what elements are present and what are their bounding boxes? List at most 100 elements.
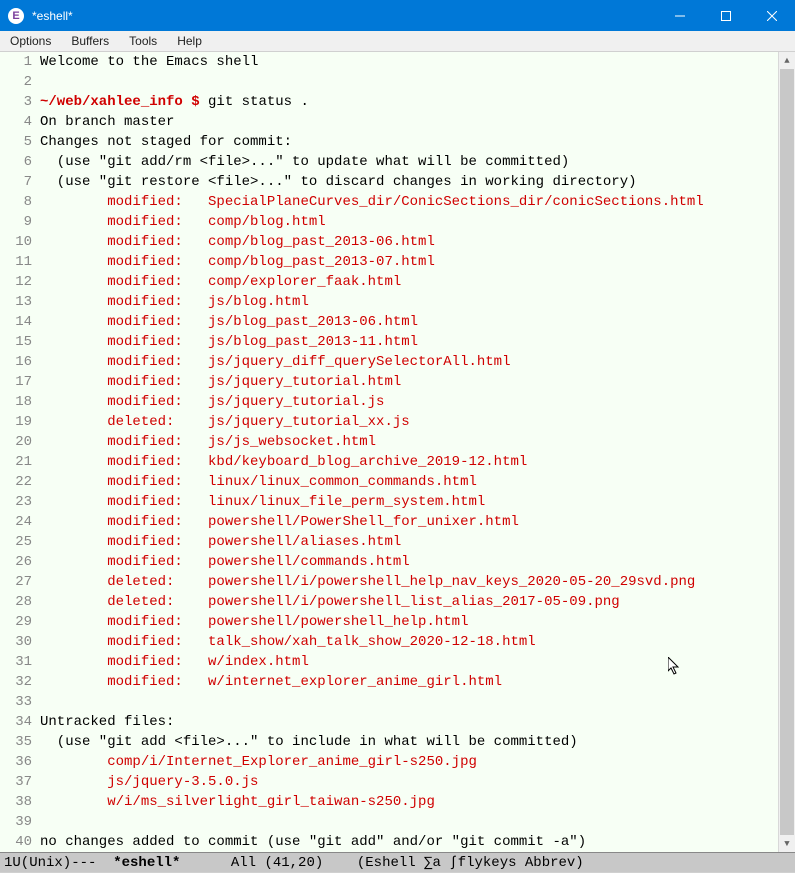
close-button[interactable] <box>749 0 795 31</box>
code-line[interactable]: modified: js/jquery_diff_querySelectorAl… <box>40 352 778 372</box>
line-number: 27 <box>0 572 32 592</box>
scroll-track[interactable] <box>779 69 795 835</box>
line-number: 3 <box>0 92 32 112</box>
text-span: Changes not staged for commit: <box>40 134 292 150</box>
code-line[interactable]: modified: comp/blog_past_2013-06.html <box>40 232 778 252</box>
menu-buffers[interactable]: Buffers <box>61 32 119 50</box>
code-line[interactable]: (use "git restore <file>..." to discard … <box>40 172 778 192</box>
code-line[interactable]: On branch master <box>40 112 778 132</box>
code-line[interactable]: modified: js/blog.html <box>40 292 778 312</box>
line-number: 14 <box>0 312 32 332</box>
code-line[interactable]: modified: w/internet_explorer_anime_girl… <box>40 672 778 692</box>
text-span: modified: js/jquery_tutorial.js <box>40 394 384 410</box>
code-line[interactable]: Untracked files: <box>40 712 778 732</box>
text-span: Welcome to the Emacs shell <box>40 54 258 70</box>
text-span: deleted: js/jquery_tutorial_xx.js <box>40 414 410 430</box>
code-line[interactable]: modified: js/js_websocket.html <box>40 432 778 452</box>
vertical-scrollbar[interactable]: ▲ ▼ <box>778 52 795 852</box>
text-span: modified: js/blog_past_2013-06.html <box>40 314 418 330</box>
minimize-button[interactable] <box>657 0 703 31</box>
code-line[interactable]: no changes added to commit (use "git add… <box>40 832 778 852</box>
code-line[interactable] <box>40 72 778 92</box>
line-number: 15 <box>0 332 32 352</box>
text-span: modified: powershell/aliases.html <box>40 534 401 550</box>
editor[interactable]: 1234567891011121314151617181920212223242… <box>0 52 795 852</box>
line-number: 28 <box>0 592 32 612</box>
text-span: no changes added to commit (use "git add… <box>40 834 586 850</box>
code-line[interactable]: comp/i/Internet_Explorer_anime_girl-s250… <box>40 752 778 772</box>
line-number: 35 <box>0 732 32 752</box>
text-span: modified: SpecialPlaneCurves_dir/ConicSe… <box>40 194 704 210</box>
code-line[interactable]: modified: powershell/PowerShell_for_unix… <box>40 512 778 532</box>
scroll-down-icon[interactable]: ▼ <box>779 835 795 852</box>
code-line[interactable]: (use "git add/rm <file>..." to update wh… <box>40 152 778 172</box>
code-line[interactable]: modified: comp/blog_past_2013-07.html <box>40 252 778 272</box>
code-line[interactable]: modified: kbd/keyboard_blog_archive_2019… <box>40 452 778 472</box>
code-line[interactable]: ~/web/xahlee_info $ git status . <box>40 92 778 112</box>
code-line[interactable] <box>40 692 778 712</box>
line-number: 16 <box>0 352 32 372</box>
code-line[interactable]: modified: comp/explorer_faak.html <box>40 272 778 292</box>
maximize-button[interactable] <box>703 0 749 31</box>
line-number: 19 <box>0 412 32 432</box>
code-line[interactable]: deleted: powershell/i/powershell_list_al… <box>40 592 778 612</box>
code-area[interactable]: Welcome to the Emacs shell ~/web/xahlee_i… <box>38 52 778 852</box>
code-line[interactable]: (use "git add <file>..." to include in w… <box>40 732 778 752</box>
text-span: modified: powershell/powershell_help.htm… <box>40 614 468 630</box>
text-span: comp/i/Internet_Explorer_anime_girl-s250… <box>40 754 477 770</box>
modeline: 1U(Unix)--- *eshell* All (41,20) (Eshell… <box>0 852 795 872</box>
line-number: 7 <box>0 172 32 192</box>
code-line[interactable]: modified: linux/linux_common_commands.ht… <box>40 472 778 492</box>
line-number: 33 <box>0 692 32 712</box>
scroll-up-icon[interactable]: ▲ <box>779 52 795 69</box>
code-line[interactable]: modified: js/blog_past_2013-06.html <box>40 312 778 332</box>
code-line[interactable]: Welcome to the Emacs shell <box>40 52 778 72</box>
line-number: 26 <box>0 552 32 572</box>
line-number: 20 <box>0 432 32 452</box>
modeline-modes: (Eshell ∑a ∫flykeys Abbrev) <box>357 855 584 871</box>
code-line[interactable]: modified: comp/blog.html <box>40 212 778 232</box>
modeline-coding: 1U(Unix)--- <box>4 855 113 871</box>
code-line[interactable]: modified: powershell/aliases.html <box>40 532 778 552</box>
code-line[interactable]: modified: powershell/powershell_help.htm… <box>40 612 778 632</box>
code-line[interactable]: modified: w/index.html <box>40 652 778 672</box>
line-number: 12 <box>0 272 32 292</box>
text-span: modified: js/js_websocket.html <box>40 434 376 450</box>
menu-help[interactable]: Help <box>167 32 212 50</box>
text-span: w/i/ms_silverlight_girl_taiwan-s250.jpg <box>40 794 435 810</box>
code-line[interactable]: deleted: js/jquery_tutorial_xx.js <box>40 412 778 432</box>
text-span: git status . <box>208 94 309 110</box>
text-span: (use "git restore <file>..." to discard … <box>40 174 637 190</box>
line-number: 38 <box>0 792 32 812</box>
line-number: 11 <box>0 252 32 272</box>
code-line[interactable]: js/jquery-3.5.0.js <box>40 772 778 792</box>
line-number: 32 <box>0 672 32 692</box>
code-line[interactable]: modified: linux/linux_file_perm_system.h… <box>40 492 778 512</box>
line-number: 40 <box>0 832 32 852</box>
text-span: modified: js/blog_past_2013-11.html <box>40 334 418 350</box>
menu-options[interactable]: Options <box>0 32 61 50</box>
code-line[interactable]: modified: SpecialPlaneCurves_dir/ConicSe… <box>40 192 778 212</box>
scroll-thumb[interactable] <box>780 69 794 835</box>
window-controls <box>657 0 795 31</box>
text-span: modified: js/jquery_diff_querySelectorAl… <box>40 354 510 370</box>
code-line[interactable]: modified: talk_show/xah_talk_show_2020-1… <box>40 632 778 652</box>
code-line[interactable]: modified: js/jquery_tutorial.html <box>40 372 778 392</box>
text-span: modified: w/index.html <box>40 654 309 670</box>
minibuffer[interactable] <box>0 872 795 892</box>
code-line[interactable] <box>40 812 778 832</box>
menu-tools[interactable]: Tools <box>119 32 167 50</box>
line-number: 36 <box>0 752 32 772</box>
code-line[interactable]: deleted: powershell/i/powershell_help_na… <box>40 572 778 592</box>
code-line[interactable]: Changes not staged for commit: <box>40 132 778 152</box>
text-span: ~/web/xahlee_info $ <box>40 94 208 110</box>
line-number: 4 <box>0 112 32 132</box>
code-line[interactable]: modified: js/blog_past_2013-11.html <box>40 332 778 352</box>
text-span: modified: powershell/commands.html <box>40 554 410 570</box>
code-line[interactable]: modified: js/jquery_tutorial.js <box>40 392 778 412</box>
code-line[interactable]: w/i/ms_silverlight_girl_taiwan-s250.jpg <box>40 792 778 812</box>
code-line[interactable]: modified: powershell/commands.html <box>40 552 778 572</box>
text-span: js/jquery-3.5.0.js <box>40 774 258 790</box>
text-span: Untracked files: <box>40 714 174 730</box>
line-number: 13 <box>0 292 32 312</box>
